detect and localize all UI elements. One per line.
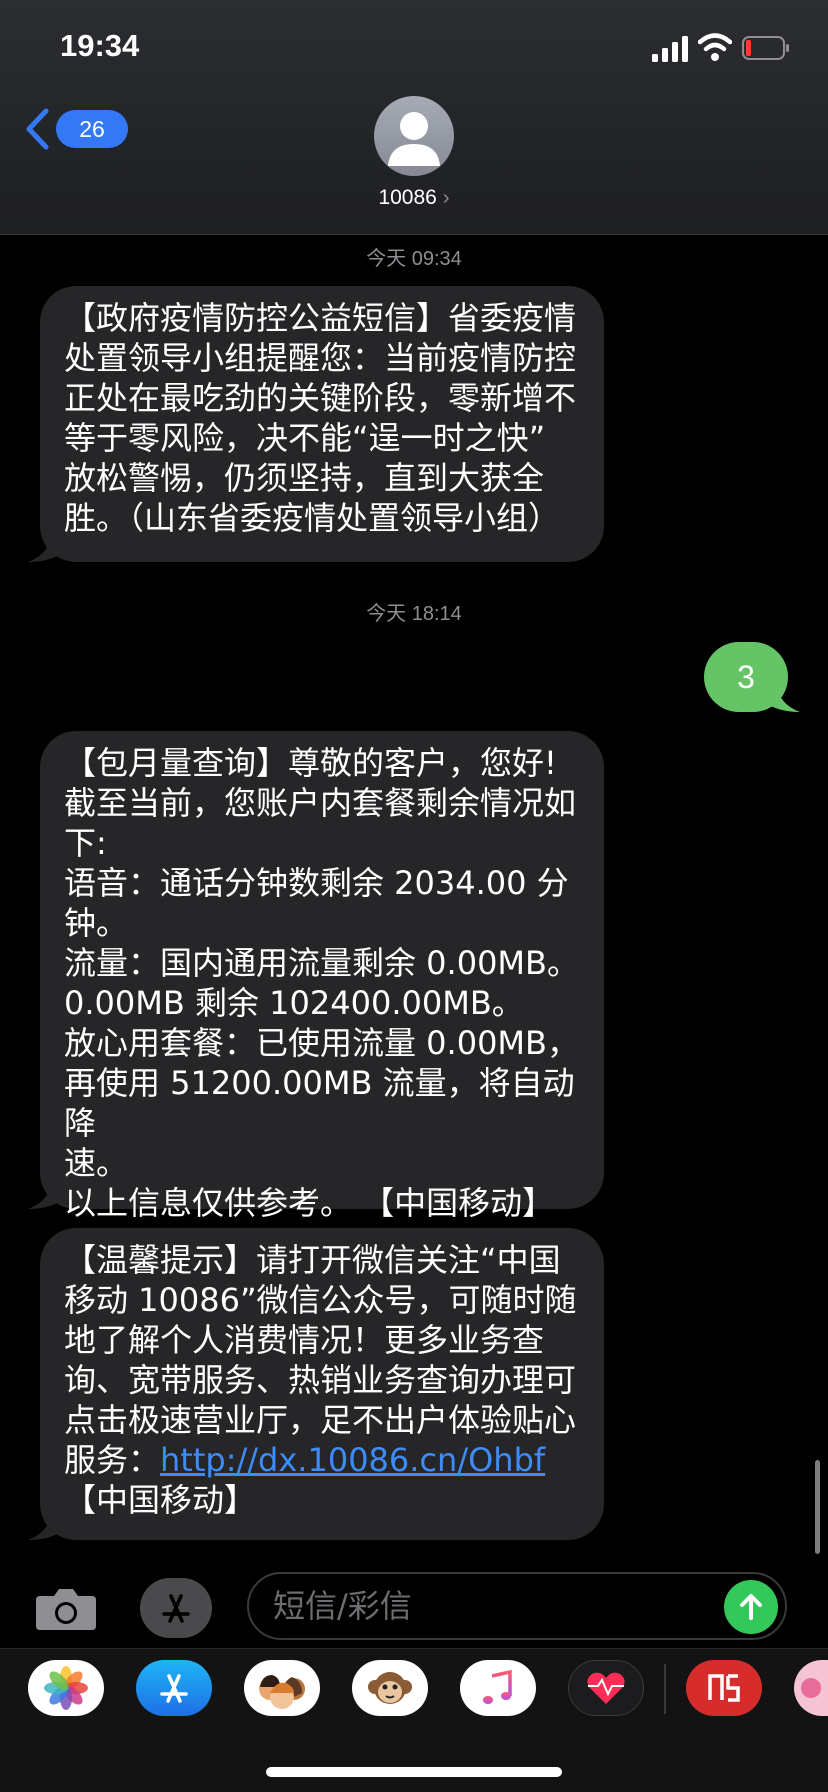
link-prefix: 服务：	[64, 1441, 161, 1479]
memoji-icon	[259, 1675, 305, 1709]
photos-icon	[44, 1666, 88, 1710]
received-message-bubble[interactable]: 【温馨提示】请打开微信关注“中国 移动 10086”微信公众号，可随时随 地了解…	[28, 1228, 604, 1540]
message-line: 正处在最吃劲的关键阶段，零新增不	[64, 379, 577, 417]
app-store-icon	[162, 1594, 190, 1623]
digital-touch-icon	[587, 1672, 625, 1704]
message-line: 处置领导小组提醒您：当前疫情防控	[64, 339, 577, 377]
message-timestamp: 今天 18:14	[366, 603, 462, 625]
app-drawer-divider	[664, 1664, 666, 1714]
message-line: 服务：http://dx.10086.cn/Ohbf	[64, 1440, 580, 1480]
message-line: 放松警惕，仍须坚持，直到大获全	[64, 459, 545, 497]
send-button[interactable]	[724, 1580, 778, 1634]
contact-avatar[interactable]	[374, 96, 454, 176]
contact-chevron-icon: ›	[442, 187, 450, 209]
message-link[interactable]: http://dx.10086.cn/Ohbf	[160, 1441, 545, 1479]
cellular-signal-icon	[652, 36, 688, 62]
message-line: 下:	[64, 824, 107, 862]
music-app[interactable]	[460, 1660, 536, 1716]
message-input[interactable]	[247, 1572, 787, 1640]
message-line: 【政府疫情防控公益短信】省委疫情	[64, 299, 577, 337]
back-chevron-icon	[26, 108, 49, 150]
sent-message-text: 3	[737, 658, 755, 695]
bubble-tail	[764, 682, 800, 712]
bubble-tail	[28, 1510, 64, 1540]
digital-touch-app[interactable]	[568, 1660, 644, 1716]
home-indicator[interactable]	[266, 1767, 562, 1777]
message-line: 移动 10086”微信公众号，可随时随	[64, 1281, 577, 1319]
message-line: 0.00MB 剩余 102400.00MB。	[64, 984, 524, 1022]
person-silhouette-icon	[388, 112, 440, 166]
message-line: 钟。	[64, 904, 129, 942]
camera-icon[interactable]	[34, 1586, 98, 1632]
unread-count-badge: 26	[56, 110, 128, 148]
received-message-bubble[interactable]: 【政府疫情防控公益短信】省委疫情 处置领导小组提醒您：当前疫情防控 正处在最吃劲…	[28, 286, 604, 562]
message-line: 等于零风险，决不能“逞一时之快”	[64, 419, 546, 457]
music-icon	[483, 1669, 512, 1704]
message-line: 再使用 51200.00MB 流量，将自动降	[64, 1064, 575, 1142]
animoji-monkey-icon	[368, 1672, 412, 1704]
app-icon-partial	[801, 1678, 821, 1698]
message-line: 【温馨提示】请打开微信关注“中国	[64, 1241, 561, 1279]
message-line: 【中国移动】	[64, 1481, 257, 1519]
app-icon	[708, 1674, 740, 1702]
messages-screen: 19:34 26 10086 › 今天 09:34 【政府疫情防控公益短信】省委…	[0, 0, 828, 1792]
message-line: 流量：国内通用流量剩余 0.00MB。	[64, 944, 579, 982]
message-line: 放心用套餐：已使用流量 0.00MB，	[64, 1024, 579, 1062]
app-store-app[interactable]	[136, 1660, 212, 1716]
message-line: 询、宽带服务、热销业务查询办理可	[64, 1361, 577, 1399]
contact-name-button[interactable]: 10086 ›	[0, 186, 828, 210]
app-store-icon	[160, 1674, 188, 1703]
message-line: 胜。（山东省委疫情处置领导小组）	[64, 499, 561, 537]
sent-message-bubble[interactable]: 3	[704, 642, 800, 712]
memoji-app[interactable]	[244, 1660, 320, 1716]
bubble-tail	[28, 1179, 64, 1209]
app-store-button[interactable]	[140, 1578, 212, 1638]
contact-name: 10086	[378, 186, 437, 209]
message-line: 语音：通话分钟数剩余 2034.00 分	[64, 864, 569, 902]
message-line: 截至当前，您账户内套餐剩余情况如	[64, 784, 577, 822]
animoji-app[interactable]	[352, 1660, 428, 1716]
message-line: 以上信息仅供参考。 【中国移动】	[64, 1184, 555, 1222]
battery-low-icon	[742, 36, 789, 60]
received-message-bubble[interactable]: 【包月量查询】尊敬的客户，您好! 截至当前，您账户内套餐剩余情况如 下: 语音：…	[28, 731, 604, 1222]
message-line: 地了解个人消费情况！更多业务查	[64, 1321, 545, 1359]
bubble-tail	[28, 532, 64, 562]
arrow-up-icon	[740, 1594, 762, 1620]
message-timestamp: 今天 09:34	[366, 248, 462, 270]
photos-app[interactable]	[28, 1660, 104, 1716]
message-line: 点击极速营业厅，足不出户体验贴心	[64, 1401, 577, 1439]
back-button[interactable]: 26	[24, 104, 128, 152]
status-time: 19:34	[60, 28, 140, 63]
conversation-header: 19:34 26 10086 ›	[0, 0, 828, 235]
message-line: 速。	[64, 1144, 129, 1182]
app-button[interactable]	[686, 1660, 762, 1716]
scrollbar[interactable]	[815, 1460, 820, 1554]
wifi-icon	[698, 33, 732, 61]
message-line: 【包月量查询】尊敬的客户，您好!	[64, 744, 557, 782]
